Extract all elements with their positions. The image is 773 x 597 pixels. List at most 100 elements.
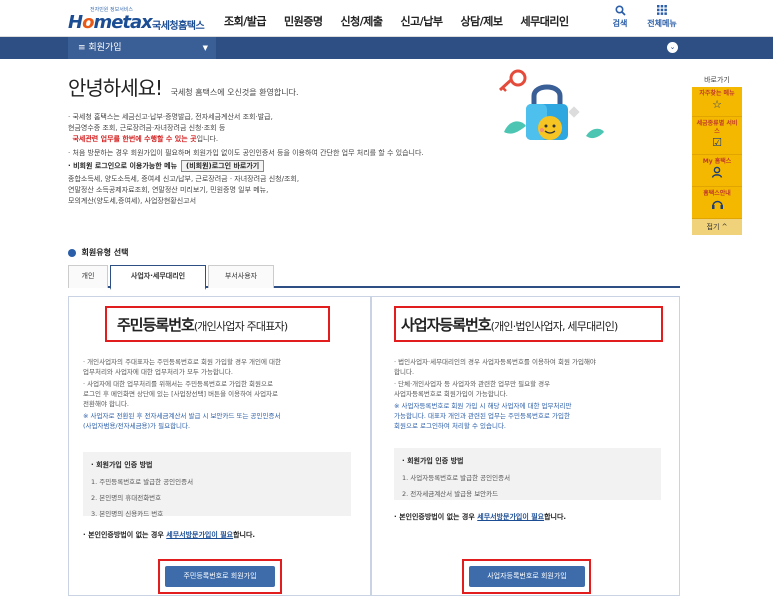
nav-item-inquiry[interactable]: 조회/발급 <box>224 13 267 29</box>
intro-line: 현금영수증 조회, 근로장려금·자녀장려금 신청·조회 등 <box>68 124 226 132</box>
business-number-panel: 사업자등록번호(개인·법인사업자, 세무대리인) · 법인사업자·세무대리인의 … <box>371 296 680 596</box>
description-note: 회원으로 로그인하여 처리할 수 있습니다. <box>394 422 506 430</box>
auth-method-item: 2. 전자세금계산서 발급용 보안카드 <box>402 490 499 498</box>
logo-wordmark-h: H <box>68 12 83 33</box>
description-line: 합니다. <box>394 368 415 376</box>
chevron-down-icon[interactable]: ⌄ <box>667 42 678 53</box>
grid-icon <box>642 5 682 18</box>
nav-item-consult[interactable]: 상담/제보 <box>460 13 503 29</box>
logo-subtitle: 국세청홈택스 <box>152 21 205 32</box>
intro-highlight-suffix: 입니다. <box>196 135 219 143</box>
location-bar: ≡ 회원가입 ▼ ⌄ <box>0 37 773 59</box>
intro-line: · 비회원 로그인으로 이용가능한 메뉴 (비회원)로그인 바로가기 <box>68 160 508 172</box>
description-note: ※ 사업자로 전환된 후 전자세금계산서 발급 시 보안카드 또는 공인인증서 <box>83 412 281 420</box>
quick-menu-title: 바로가기 <box>704 76 730 84</box>
panel-title-main: 주민등록번호 <box>117 316 195 334</box>
resident-number-panel: 주민등록번호(개인사업자 주대표자) · 개인사업자의 주대표자는 주민등록번호… <box>68 296 371 596</box>
intro-line: 모의계산(양도세,증여세), 사업장현황신고서 <box>68 197 197 205</box>
description-line: 로그인 후 메인화면 상단에 있는 [사업장선택] 버튼을 이용하여 사업자로 <box>83 390 279 398</box>
nav-item-certificate[interactable]: 민원증명 <box>284 13 323 29</box>
tax-office-visit-link[interactable]: 세무서방문가입이 필요 <box>166 531 233 539</box>
quick-item-favorite[interactable]: 자주찾는 메뉴 ☆ <box>692 87 742 117</box>
description-line: · 단체·개인사업자 등 사업자와 관련한 업무만 필요할 경우 <box>394 380 551 388</box>
panel-title: 주민등록번호(개인사업자 주대표자) <box>117 314 288 335</box>
nav-item-tax-agent[interactable]: 세무대리인 <box>520 13 569 29</box>
panel-description: · 법인사업자·세무대리인의 경우 사업자등록번호를 이용하여 회원 가입해야 … <box>394 357 674 431</box>
description-line: 전환해야 합니다. <box>83 400 129 408</box>
no-auth-text: · 본인인증방법이 없는 경우 <box>394 513 478 521</box>
quick-item-my-hometax[interactable]: My 홈택스 <box>692 155 742 187</box>
quick-item-guide[interactable]: 홈택스안내 <box>692 187 742 219</box>
check-icon: ☑ <box>712 136 722 149</box>
quick-item-label: 홈택스안내 <box>703 190 731 197</box>
no-auth-text: · 본인인증방법이 없는 경우 <box>83 531 167 539</box>
tab-department-user[interactable]: 부서사용자 <box>208 265 274 288</box>
tax-office-visit-link[interactable]: 세무서방문가입이 필요 <box>477 513 544 521</box>
logo-wordmark-o: o <box>82 12 94 33</box>
current-menu-dropdown[interactable]: ≡ 회원가입 ▼ <box>68 37 216 59</box>
search-icon <box>600 5 640 18</box>
description-note: 가능합니다. 대표자 개인과 관련된 업무는 주민등록번호로 가입한 <box>394 412 570 420</box>
welcome-heading: 안녕하세요! 국세청 홈택스에 오신것을 환영합니다. <box>68 72 299 101</box>
all-menu-label: 전체메뉴 <box>647 19 677 28</box>
intro-line: 연말정산 소득공제자료조회, 연말정산 미리보기, 민원증명 일부 메뉴, <box>68 186 269 194</box>
nav-item-payment[interactable]: 신고/납부 <box>400 13 443 29</box>
bullet-icon <box>68 248 76 257</box>
auth-methods-box: · 회원가입 인증 방법 1. 주민등록번호로 발급한 공인인증서 2. 본인명… <box>83 452 351 518</box>
no-auth-text-suffix: 합니다. <box>233 531 256 539</box>
auth-methods-box: · 회원가입 인증 방법 1. 사업자등록번호로 발급한 공인인증서 2. 전자… <box>394 448 661 500</box>
tab-individual[interactable]: 개인 <box>68 265 108 288</box>
description-note: ※ 사업자등록번호로 회원 가입 시 해당 사업자에 대한 업무처리만 <box>394 402 572 410</box>
member-type-tabs: 개인 사업자·세무대리인 부서사용자 <box>68 265 680 290</box>
all-menu-button[interactable]: 전체메뉴 <box>642 5 682 29</box>
description-line: · 사업자에 대한 업무처리를 위해서는 주민등록번호로 가입한 회원으로 <box>83 380 273 388</box>
quick-item-tax-service[interactable]: 세금종류별 서비스 ☑ <box>692 117 742 155</box>
quick-item-label: My 홈택스 <box>702 158 732 165</box>
quick-menu-collapse-button[interactable]: 접기 ^ <box>692 219 742 235</box>
caret-down-icon: ▼ <box>202 44 208 52</box>
intro-line: · 국세청 홈택스는 세금신고·납부·증명발급, 전자세금계산서 조회·발급, <box>68 113 273 121</box>
quick-item-label: 세금종류별 서비스 <box>696 120 738 135</box>
description-line: · 개인사업자의 주대표자는 주민등록번호로 회원 가입할 경우 개인에 대한 <box>83 358 281 366</box>
welcome-title: 안녕하세요! <box>68 76 163 100</box>
auth-methods-title: · 회원가입 인증 방법 <box>91 461 153 469</box>
resident-number-join-button[interactable]: 주민등록번호로 회원가입 <box>165 566 275 587</box>
no-auth-notice: · 본인인증방법이 없는 경우 세무서방문가입이 필요합니다. <box>83 530 255 540</box>
help-icon <box>692 198 742 214</box>
logo-wordmark-rest: metax <box>93 12 152 33</box>
star-icon: ☆ <box>712 98 722 111</box>
no-auth-text-suffix: 합니다. <box>544 513 567 521</box>
description-line: 사업자등록번호로 회원가입이 가능합니다. <box>394 390 508 398</box>
tab-business-agent[interactable]: 사업자·세무대리인 <box>110 265 206 290</box>
nav-item-application[interactable]: 신청/제출 <box>340 13 383 29</box>
welcome-subtitle: 국세청 홈택스에 오신것을 환영합니다. <box>170 88 299 97</box>
key-icon <box>498 69 527 92</box>
person-icon <box>692 166 742 182</box>
search-label: 검색 <box>612 19 628 28</box>
auth-method-item: 3. 본인명의 신용카드 번호 <box>91 510 164 518</box>
panel-description: · 개인사업자의 주대표자는 주민등록번호로 회원 가입할 경우 개인에 대한 … <box>83 357 363 431</box>
lock-icon <box>526 84 568 140</box>
intro-line: 종합소득세, 양도소득세, 증여세 신고/납부, 근로장려금 · 자녀장려금 신… <box>68 175 300 183</box>
panel-title-main: 사업자등록번호 <box>401 316 492 334</box>
search-button[interactable]: 검색 <box>600 5 640 29</box>
intro-highlight: 국세관련 업무를 한번에 수행할 수 있는 곳 <box>72 135 197 143</box>
quick-menu: 바로가기 자주찾는 메뉴 ☆ 세금종류별 서비스 ☑ My 홈택스 홈택스안내 … <box>692 75 742 235</box>
no-auth-notice: · 본인인증방법이 없는 경우 세무서방문가입이 필요합니다. <box>394 512 566 522</box>
quick-menu-box: 자주찾는 메뉴 ☆ 세금종류별 서비스 ☑ My 홈택스 홈택스안내 <box>692 87 742 219</box>
welcome-illustration <box>486 66 606 148</box>
intro-line: 국세관련 업무를 한번에 수행할 수 있는 곳입니다. <box>68 134 508 145</box>
auth-method-item: 1. 사업자등록번호로 발급한 공인인증서 <box>402 474 511 482</box>
business-number-join-button[interactable]: 사업자등록번호로 회원가입 <box>469 566 585 587</box>
quick-item-label: 자주찾는 메뉴 <box>699 90 735 97</box>
non-member-menu-label: · 비회원 로그인으로 이용가능한 메뉴 <box>68 162 178 170</box>
logo-wordmark: Hometax <box>68 12 153 33</box>
auth-method-item: 2. 본인명의 휴대전화번호 <box>91 494 162 502</box>
non-member-login-button[interactable]: (비회원)로그인 바로가기 <box>181 160 265 172</box>
intro-line: · 처음 방문하는 경우 회원가입이 필요하며 회원가입 없이도 공인인증서 등… <box>68 149 424 157</box>
auth-methods-title: · 회원가입 인증 방법 <box>402 457 464 465</box>
main-navigation: 조회/발급 민원증명 신청/제출 신고/납부 상담/제보 세무대리인 <box>224 13 587 29</box>
description-note: (사업자범용/전자세금용)가 필요합니다. <box>83 422 191 430</box>
member-type-label: 회원유형 선택 <box>81 248 129 257</box>
panel-title-sub: (개인·법인사업자, 세무대리인) <box>490 320 619 333</box>
